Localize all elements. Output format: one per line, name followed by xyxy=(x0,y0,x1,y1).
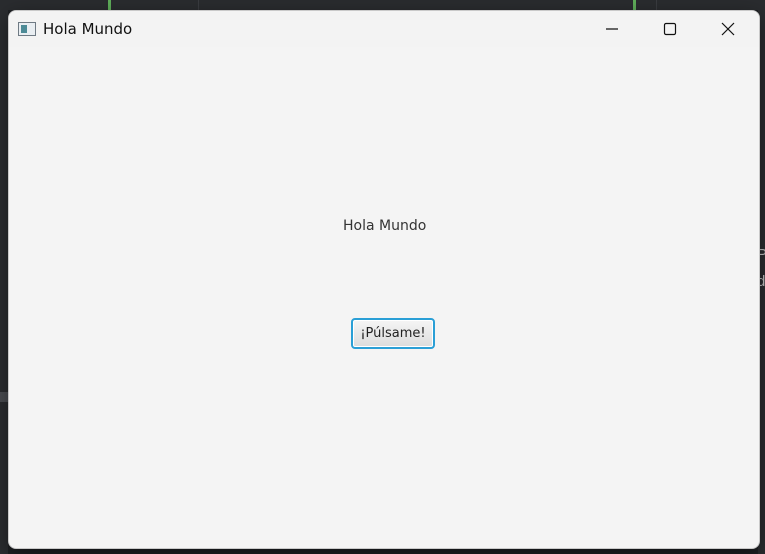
maximize-button[interactable] xyxy=(641,11,699,47)
background-editor-bar xyxy=(0,0,765,10)
app-window-icon xyxy=(18,22,36,36)
app-window: Hola Mundo Hola Mundo ¡Púlsame! xyxy=(8,10,760,549)
background-left-panel xyxy=(0,10,8,554)
background-left-marker xyxy=(0,392,8,402)
title-bar[interactable]: Hola Mundo xyxy=(9,11,759,47)
background-green-marker xyxy=(108,0,111,10)
hello-world-label: Hola Mundo xyxy=(343,218,427,234)
press-me-button[interactable]: ¡Púlsame! xyxy=(351,318,435,349)
minimize-icon xyxy=(606,28,618,30)
close-button[interactable] xyxy=(699,11,757,47)
background-divider xyxy=(198,0,199,10)
minimize-button[interactable] xyxy=(583,11,641,47)
maximize-icon xyxy=(663,22,677,36)
window-title: Hola Mundo xyxy=(43,20,133,38)
background-divider xyxy=(656,0,657,10)
close-icon xyxy=(721,22,735,36)
background-green-marker xyxy=(633,0,636,10)
